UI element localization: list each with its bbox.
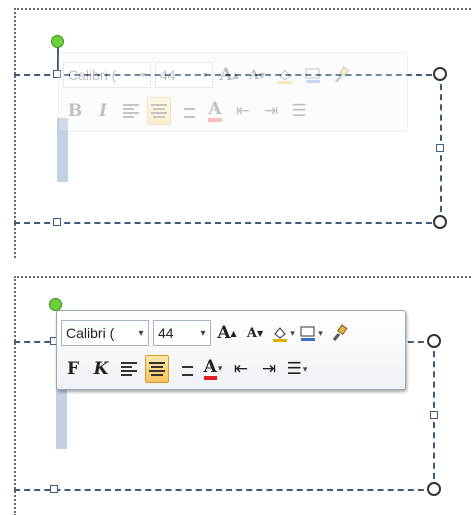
chevron-down-icon[interactable]: ▾: [196, 328, 210, 339]
text-cursor-highlight: [56, 385, 67, 449]
selection-border: [14, 489, 434, 491]
chevron-down-icon[interactable]: ▾: [303, 364, 308, 375]
slide-panel-inactive: Calibri ( ▾ 44 ▾ A ▲ A ▼ B I A ⇤ ⇥ ☰: [0, 0, 472, 262]
chevron-down-icon[interactable]: ▾: [318, 328, 323, 339]
align-right-icon[interactable]: [173, 355, 197, 383]
resize-handle-corner[interactable]: [427, 334, 441, 348]
align-left-icon[interactable]: [119, 97, 143, 125]
increase-indent-icon[interactable]: ⇥: [257, 355, 281, 383]
grow-font-icon[interactable]: A ▲: [217, 61, 241, 89]
shrink-font-icon[interactable]: A ▼: [245, 61, 269, 89]
font-name-box[interactable]: Calibri ( ▾: [63, 62, 151, 88]
slide-edge: [14, 8, 16, 258]
font-name-value: Calibri (: [66, 325, 115, 341]
chevron-down-icon[interactable]: ▾: [134, 328, 148, 339]
grow-font-icon[interactable]: A ▲: [215, 319, 239, 347]
chevron-down-icon[interactable]: ▾: [218, 364, 223, 374]
font-color-icon[interactable]: A ▾: [201, 355, 225, 383]
align-right-icon[interactable]: [175, 97, 199, 125]
resize-handle[interactable]: [53, 218, 61, 226]
font-name-box[interactable]: Calibri ( ▾: [61, 320, 149, 346]
chevron-down-icon[interactable]: ▾: [290, 328, 295, 339]
slide-panel-active: Calibri ( ▾ 44 ▾ A ▲ A ▼ ▾ ▾ F K A ▾ ⇤ ⇥ ☰ ▾: [0, 268, 472, 515]
bullets-icon[interactable]: ☰ ▾: [285, 355, 309, 383]
chevron-down-icon[interactable]: ▾: [198, 70, 212, 81]
italic-button[interactable]: K: [89, 355, 113, 383]
line-color-icon[interactable]: ▾: [299, 319, 323, 347]
format-painter-icon[interactable]: [329, 61, 353, 89]
font-size-box[interactable]: 44 ▾: [155, 62, 213, 88]
selection-border: [14, 222, 442, 224]
slide-edge: [14, 276, 472, 278]
center-icon[interactable]: [147, 97, 171, 125]
decrease-indent-icon[interactable]: ⇤: [231, 97, 255, 125]
italic-button[interactable]: I: [91, 97, 115, 125]
font-size-box[interactable]: 44 ▾: [153, 320, 211, 346]
rotation-handle[interactable]: [51, 35, 64, 48]
font-size-value: 44: [158, 325, 174, 341]
resize-handle[interactable]: [436, 144, 444, 152]
fill-color-icon[interactable]: [273, 61, 297, 89]
mini-toolbar[interactable]: Calibri ( ▾ 44 ▾ A ▲ A ▼ ▾ ▾ F K A ▾ ⇤ ⇥ ☰ ▾: [56, 310, 406, 390]
slide-edge: [14, 8, 472, 10]
mini-toolbar-faded[interactable]: Calibri ( ▾ 44 ▾ A ▲ A ▼ B I A ⇤ ⇥ ☰: [58, 52, 408, 132]
line-color-icon[interactable]: [301, 61, 325, 89]
align-left-icon[interactable]: [117, 355, 141, 383]
center-icon[interactable]: [145, 355, 169, 383]
font-size-value: 44: [160, 67, 176, 83]
format-painter-icon[interactable]: [327, 319, 351, 347]
increase-indent-icon[interactable]: ⇥: [259, 97, 283, 125]
bold-button[interactable]: B: [63, 97, 87, 125]
font-color-icon[interactable]: A: [203, 97, 227, 125]
resize-handle[interactable]: [430, 411, 438, 419]
chevron-down-icon[interactable]: ▾: [136, 70, 150, 81]
decrease-indent-icon[interactable]: ⇤: [229, 355, 253, 383]
shrink-font-icon[interactable]: A ▼: [243, 319, 267, 347]
resize-handle[interactable]: [50, 485, 58, 493]
resize-handle-corner[interactable]: [433, 215, 447, 229]
resize-handle-corner[interactable]: [433, 67, 447, 81]
slide-edge: [14, 276, 16, 515]
fill-color-icon[interactable]: ▾: [271, 319, 295, 347]
resize-handle-corner[interactable]: [427, 482, 441, 496]
font-name-value: Calibri (: [68, 67, 117, 83]
bold-button[interactable]: F: [61, 355, 85, 383]
bullets-icon[interactable]: ☰: [287, 97, 311, 125]
